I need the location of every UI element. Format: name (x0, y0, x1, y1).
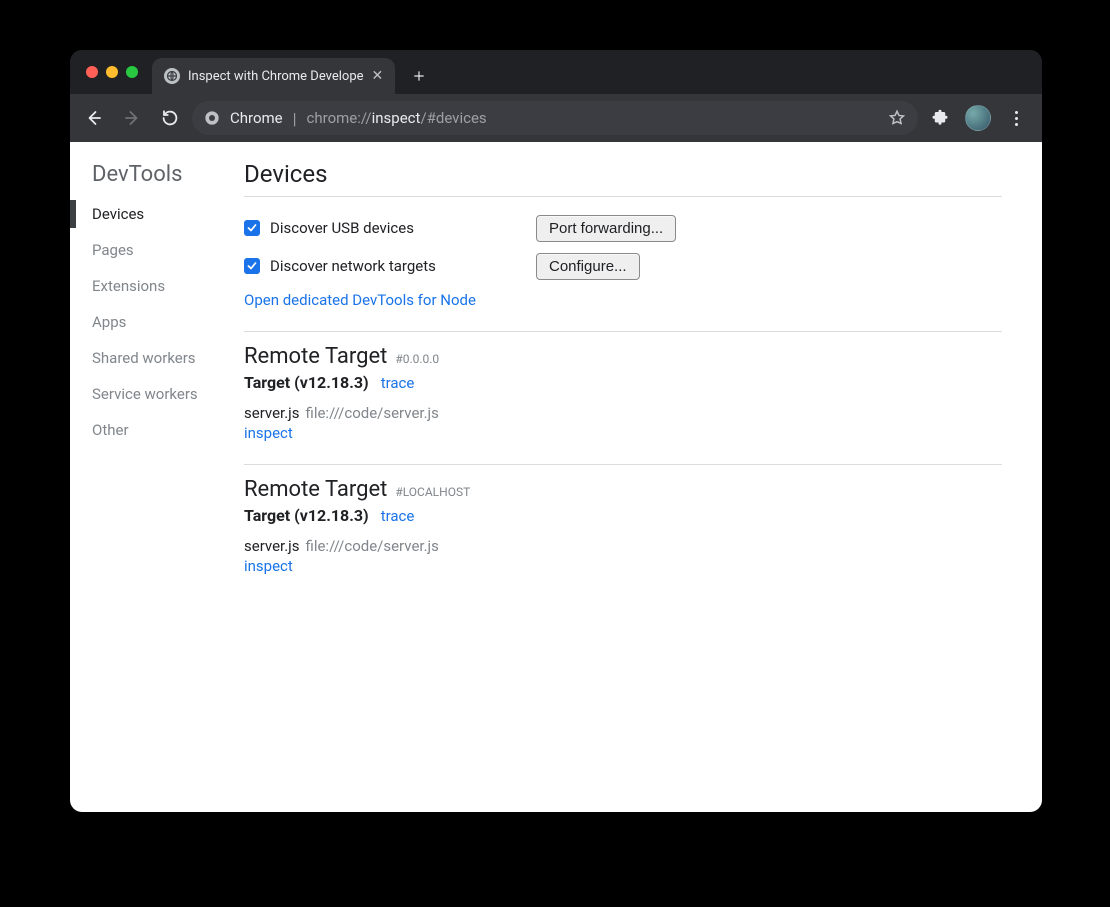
remote-target-title: Remote Target (244, 344, 387, 369)
page-body: DevTools Devices Pages Extensions Apps Share… (70, 142, 1042, 812)
target-file-path: file:///code/server.js (306, 404, 439, 422)
page-title: Devices (244, 160, 1002, 188)
menu-button[interactable] (1000, 102, 1032, 134)
option-row-usb: Discover USB devices Port forwarding... (244, 209, 1002, 247)
main-content: Devices Discover USB devices Port forwar… (238, 142, 1042, 812)
divider (244, 464, 1002, 465)
remote-target-section: Remote Target #0.0.0.0 Target (v12.18.3) tr… (244, 331, 1002, 442)
target-file-name: server.js (244, 404, 300, 422)
trace-link[interactable]: trace (381, 374, 415, 392)
target-file-path: file:///code/server.js (306, 537, 439, 555)
divider (244, 196, 1002, 197)
chrome-window: Inspect with Chrome Develope ✕ Chrome | … (70, 50, 1042, 812)
chrome-secure-icon (204, 110, 220, 126)
maximize-window-icon[interactable] (126, 66, 138, 78)
globe-icon (164, 68, 180, 84)
omnibox-scheme: Chrome (230, 109, 283, 127)
sidebar-item-service-workers[interactable]: Service workers (92, 383, 238, 405)
reload-button[interactable] (154, 102, 186, 134)
sidebar-item-pages[interactable]: Pages (92, 239, 238, 261)
port-forwarding-button[interactable]: Port forwarding... (536, 215, 676, 242)
option-label-usb: Discover USB devices (270, 219, 414, 237)
omnibox-path: chrome://inspect/#devices (307, 109, 487, 127)
kebab-icon (1015, 111, 1018, 126)
sidebar-item-shared-workers[interactable]: Shared workers (92, 347, 238, 369)
option-label-net: Discover network targets (270, 257, 436, 275)
forward-button[interactable] (116, 102, 148, 134)
extensions-icon[interactable] (924, 102, 956, 134)
sidebar-item-apps[interactable]: Apps (92, 311, 238, 333)
bookmark-star-icon[interactable] (888, 109, 906, 127)
inspect-link[interactable]: inspect (244, 424, 1002, 442)
divider (244, 331, 1002, 332)
omnibox-separator: | (293, 109, 297, 128)
remote-target-tag: #LOCALHOST (395, 485, 470, 499)
sidebar-title: DevTools (92, 162, 238, 187)
minimize-window-icon[interactable] (106, 66, 118, 78)
target-name: Target (v12.18.3) (244, 373, 369, 392)
omnibox[interactable]: Chrome | chrome://inspect/#devices (192, 101, 918, 135)
configure-button[interactable]: Configure... (536, 253, 640, 280)
sidebar-item-devices[interactable]: Devices (92, 203, 238, 225)
sidebar-item-other[interactable]: Other (92, 419, 238, 441)
checkbox-net[interactable] (244, 258, 260, 274)
tab-title: Inspect with Chrome Develope (188, 69, 364, 84)
remote-target-section: Remote Target #LOCALHOST Target (v12.18.3)… (244, 464, 1002, 575)
toolbar: Chrome | chrome://inspect/#devices (70, 94, 1042, 142)
close-tab-icon[interactable]: ✕ (372, 69, 384, 83)
sidebar-list: Devices Pages Extensions Apps Shared workers… (92, 203, 238, 441)
back-button[interactable] (78, 102, 110, 134)
tab-strip: Inspect with Chrome Develope ✕ (70, 50, 1042, 94)
sidebar-item-extensions[interactable]: Extensions (92, 275, 238, 297)
browser-tab[interactable]: Inspect with Chrome Develope ✕ (152, 58, 395, 94)
remote-target-title: Remote Target (244, 477, 387, 502)
sidebar: DevTools Devices Pages Extensions Apps Share… (70, 142, 238, 812)
checkbox-usb[interactable] (244, 220, 260, 236)
trace-link[interactable]: trace (381, 507, 415, 525)
option-row-net: Discover network targets Configure... (244, 247, 1002, 285)
new-tab-button[interactable] (405, 62, 433, 90)
inspect-link[interactable]: inspect (244, 557, 1002, 575)
open-node-devtools-link[interactable]: Open dedicated DevTools for Node (244, 291, 1002, 309)
close-window-icon[interactable] (86, 66, 98, 78)
profile-avatar[interactable] (962, 102, 994, 134)
target-name: Target (v12.18.3) (244, 506, 369, 525)
window-controls (82, 50, 144, 94)
remote-target-tag: #0.0.0.0 (395, 352, 439, 366)
target-file-name: server.js (244, 537, 300, 555)
